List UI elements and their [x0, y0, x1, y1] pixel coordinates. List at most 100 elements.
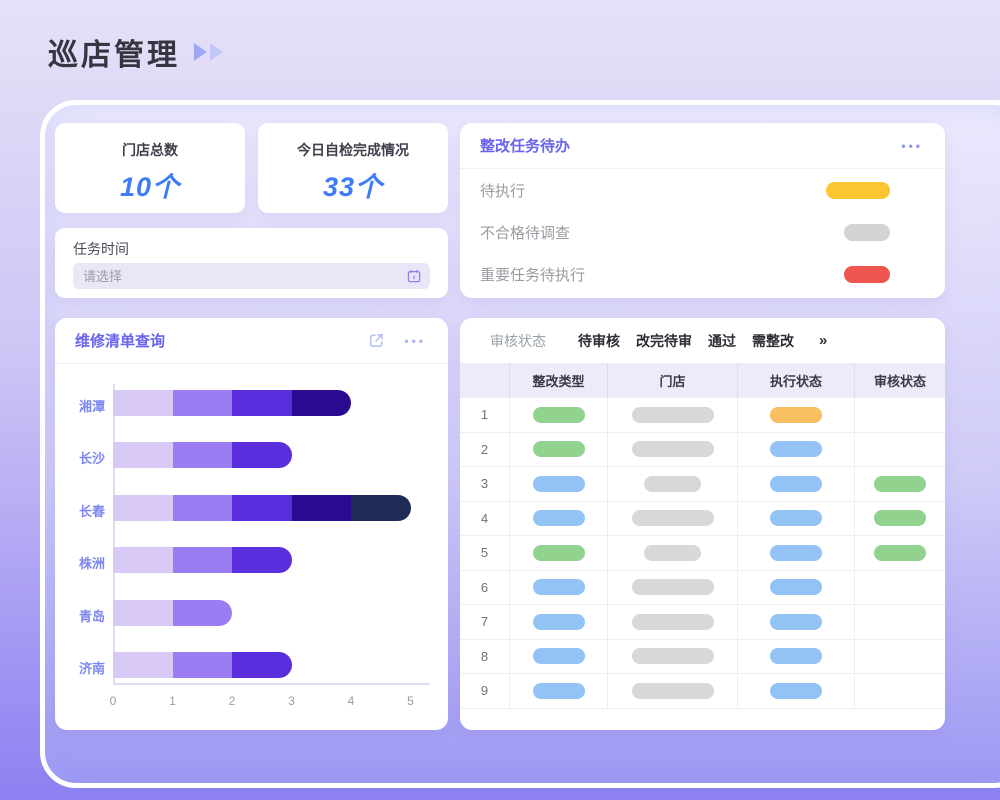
todo-item[interactable]: 待执行	[460, 169, 945, 211]
bar-segment	[113, 652, 173, 678]
repair-bar-chart: 湘潭长沙长春株洲青岛济南012345	[55, 364, 448, 730]
table-row[interactable]: 9	[460, 674, 945, 709]
bar-segment	[173, 390, 233, 416]
table-cell	[855, 536, 945, 570]
table-row[interactable]: 2	[460, 433, 945, 468]
row-number: 2	[481, 442, 488, 457]
review-filter-option[interactable]: 改完待审	[636, 331, 692, 351]
review-status-pill	[874, 476, 926, 492]
todo-status-pill	[844, 266, 890, 283]
todo-item-label: 重要任务待执行	[480, 264, 844, 285]
todo-item[interactable]: 重要任务待执行	[460, 253, 945, 295]
table-cell	[608, 571, 738, 605]
page-header: 巡店管理	[48, 30, 223, 74]
row-number-cell: 9	[460, 674, 510, 708]
table-row[interactable]: 3	[460, 467, 945, 502]
row-number: 4	[481, 511, 488, 526]
table-cell	[855, 605, 945, 639]
table-row[interactable]: 8	[460, 640, 945, 675]
bar-segment	[173, 495, 233, 521]
store-pill	[632, 648, 714, 664]
table-row[interactable]: 1	[460, 398, 945, 433]
bar-segment	[232, 390, 292, 416]
table-cell	[738, 640, 855, 674]
table-row[interactable]: 5	[460, 536, 945, 571]
stat-card-self-check: 今日自检完成情况 33个	[258, 123, 448, 213]
bar-segment	[351, 495, 411, 521]
share-icon[interactable]	[367, 331, 386, 350]
bar-segment	[232, 547, 292, 573]
todo-card: 整改任务待办 ••• 待执行不合格待调查重要任务待执行	[460, 123, 945, 298]
chart-x-tick: 3	[280, 694, 304, 708]
review-filter-option[interactable]: 需整改	[752, 331, 794, 351]
row-number-cell: 7	[460, 605, 510, 639]
bar-segment	[113, 600, 173, 626]
table-cell	[855, 398, 945, 432]
table-cell	[510, 502, 608, 536]
chart-x-tick: 5	[399, 694, 423, 708]
bar-segment	[113, 390, 173, 416]
calendar-icon[interactable]	[406, 268, 422, 284]
store-pill	[632, 407, 714, 423]
title-arrow-icon	[210, 43, 223, 61]
task-time-picker[interactable]	[73, 263, 430, 289]
store-pill	[632, 683, 714, 699]
table-cell	[510, 398, 608, 432]
chart-category-label: 长春	[59, 501, 105, 520]
row-number-cell: 5	[460, 536, 510, 570]
exec-status-pill	[770, 579, 822, 595]
table-row[interactable]: 7	[460, 605, 945, 640]
table-cell	[738, 571, 855, 605]
store-pill	[632, 441, 714, 457]
todo-status-pill	[844, 224, 890, 241]
stat-label: 门店总数	[55, 140, 245, 160]
table-header-row: 整改类型门店执行状态审核状态	[460, 363, 945, 398]
table-cell	[608, 674, 738, 708]
bar-segment	[232, 652, 292, 678]
review-filter-option[interactable]: 待审核	[578, 331, 620, 351]
chart-x-axis	[113, 683, 430, 685]
row-number-cell: 2	[460, 433, 510, 467]
rectify-type-pill	[533, 579, 585, 595]
exec-status-pill	[770, 614, 822, 630]
store-pill	[644, 476, 701, 492]
row-number: 3	[481, 476, 488, 491]
table-column-header: 门店	[608, 363, 738, 398]
more-menu-icon[interactable]: •••	[404, 334, 426, 348]
review-filter-option[interactable]: 通过	[708, 331, 736, 351]
exec-status-pill	[770, 683, 822, 699]
table-cell	[608, 605, 738, 639]
chart-category-label: 济南	[59, 658, 105, 677]
store-pill	[632, 510, 714, 526]
task-time-input[interactable]	[83, 269, 406, 284]
table-row[interactable]: 4	[460, 502, 945, 537]
more-menu-icon[interactable]: •••	[901, 139, 923, 153]
rectify-type-pill	[533, 648, 585, 664]
todo-item[interactable]: 不合格待调查	[460, 211, 945, 253]
table-cell	[855, 433, 945, 467]
stat-value: 10个	[55, 165, 245, 204]
bar-segment	[173, 442, 233, 468]
todo-card-header: 整改任务待办 •••	[460, 123, 945, 169]
table-cell	[738, 502, 855, 536]
exec-status-pill	[770, 476, 822, 492]
table-cell	[608, 398, 738, 432]
row-number: 6	[481, 580, 488, 595]
table-cell	[608, 640, 738, 674]
chart-category-label: 湘潭	[59, 396, 105, 415]
bar-segment	[232, 495, 292, 521]
review-table-card: 审核状态 待审核改完待审通过需整改» 整改类型门店执行状态审核状态 123456…	[460, 318, 945, 730]
store-pill	[632, 614, 714, 630]
table-row[interactable]: 6	[460, 571, 945, 606]
table-column-header	[460, 363, 510, 398]
row-number-cell: 4	[460, 502, 510, 536]
rectify-type-pill	[533, 683, 585, 699]
table-cell	[855, 571, 945, 605]
table-cell	[738, 674, 855, 708]
table-cell	[608, 467, 738, 501]
store-pill	[644, 545, 701, 561]
todo-card-title: 整改任务待办	[480, 135, 901, 156]
review-status-pill	[874, 510, 926, 526]
repair-chart-card: 维修清单查询 ••• 湘潭长沙长春株洲青岛济南012345	[55, 318, 448, 730]
filter-overflow-icon[interactable]: »	[819, 332, 827, 349]
